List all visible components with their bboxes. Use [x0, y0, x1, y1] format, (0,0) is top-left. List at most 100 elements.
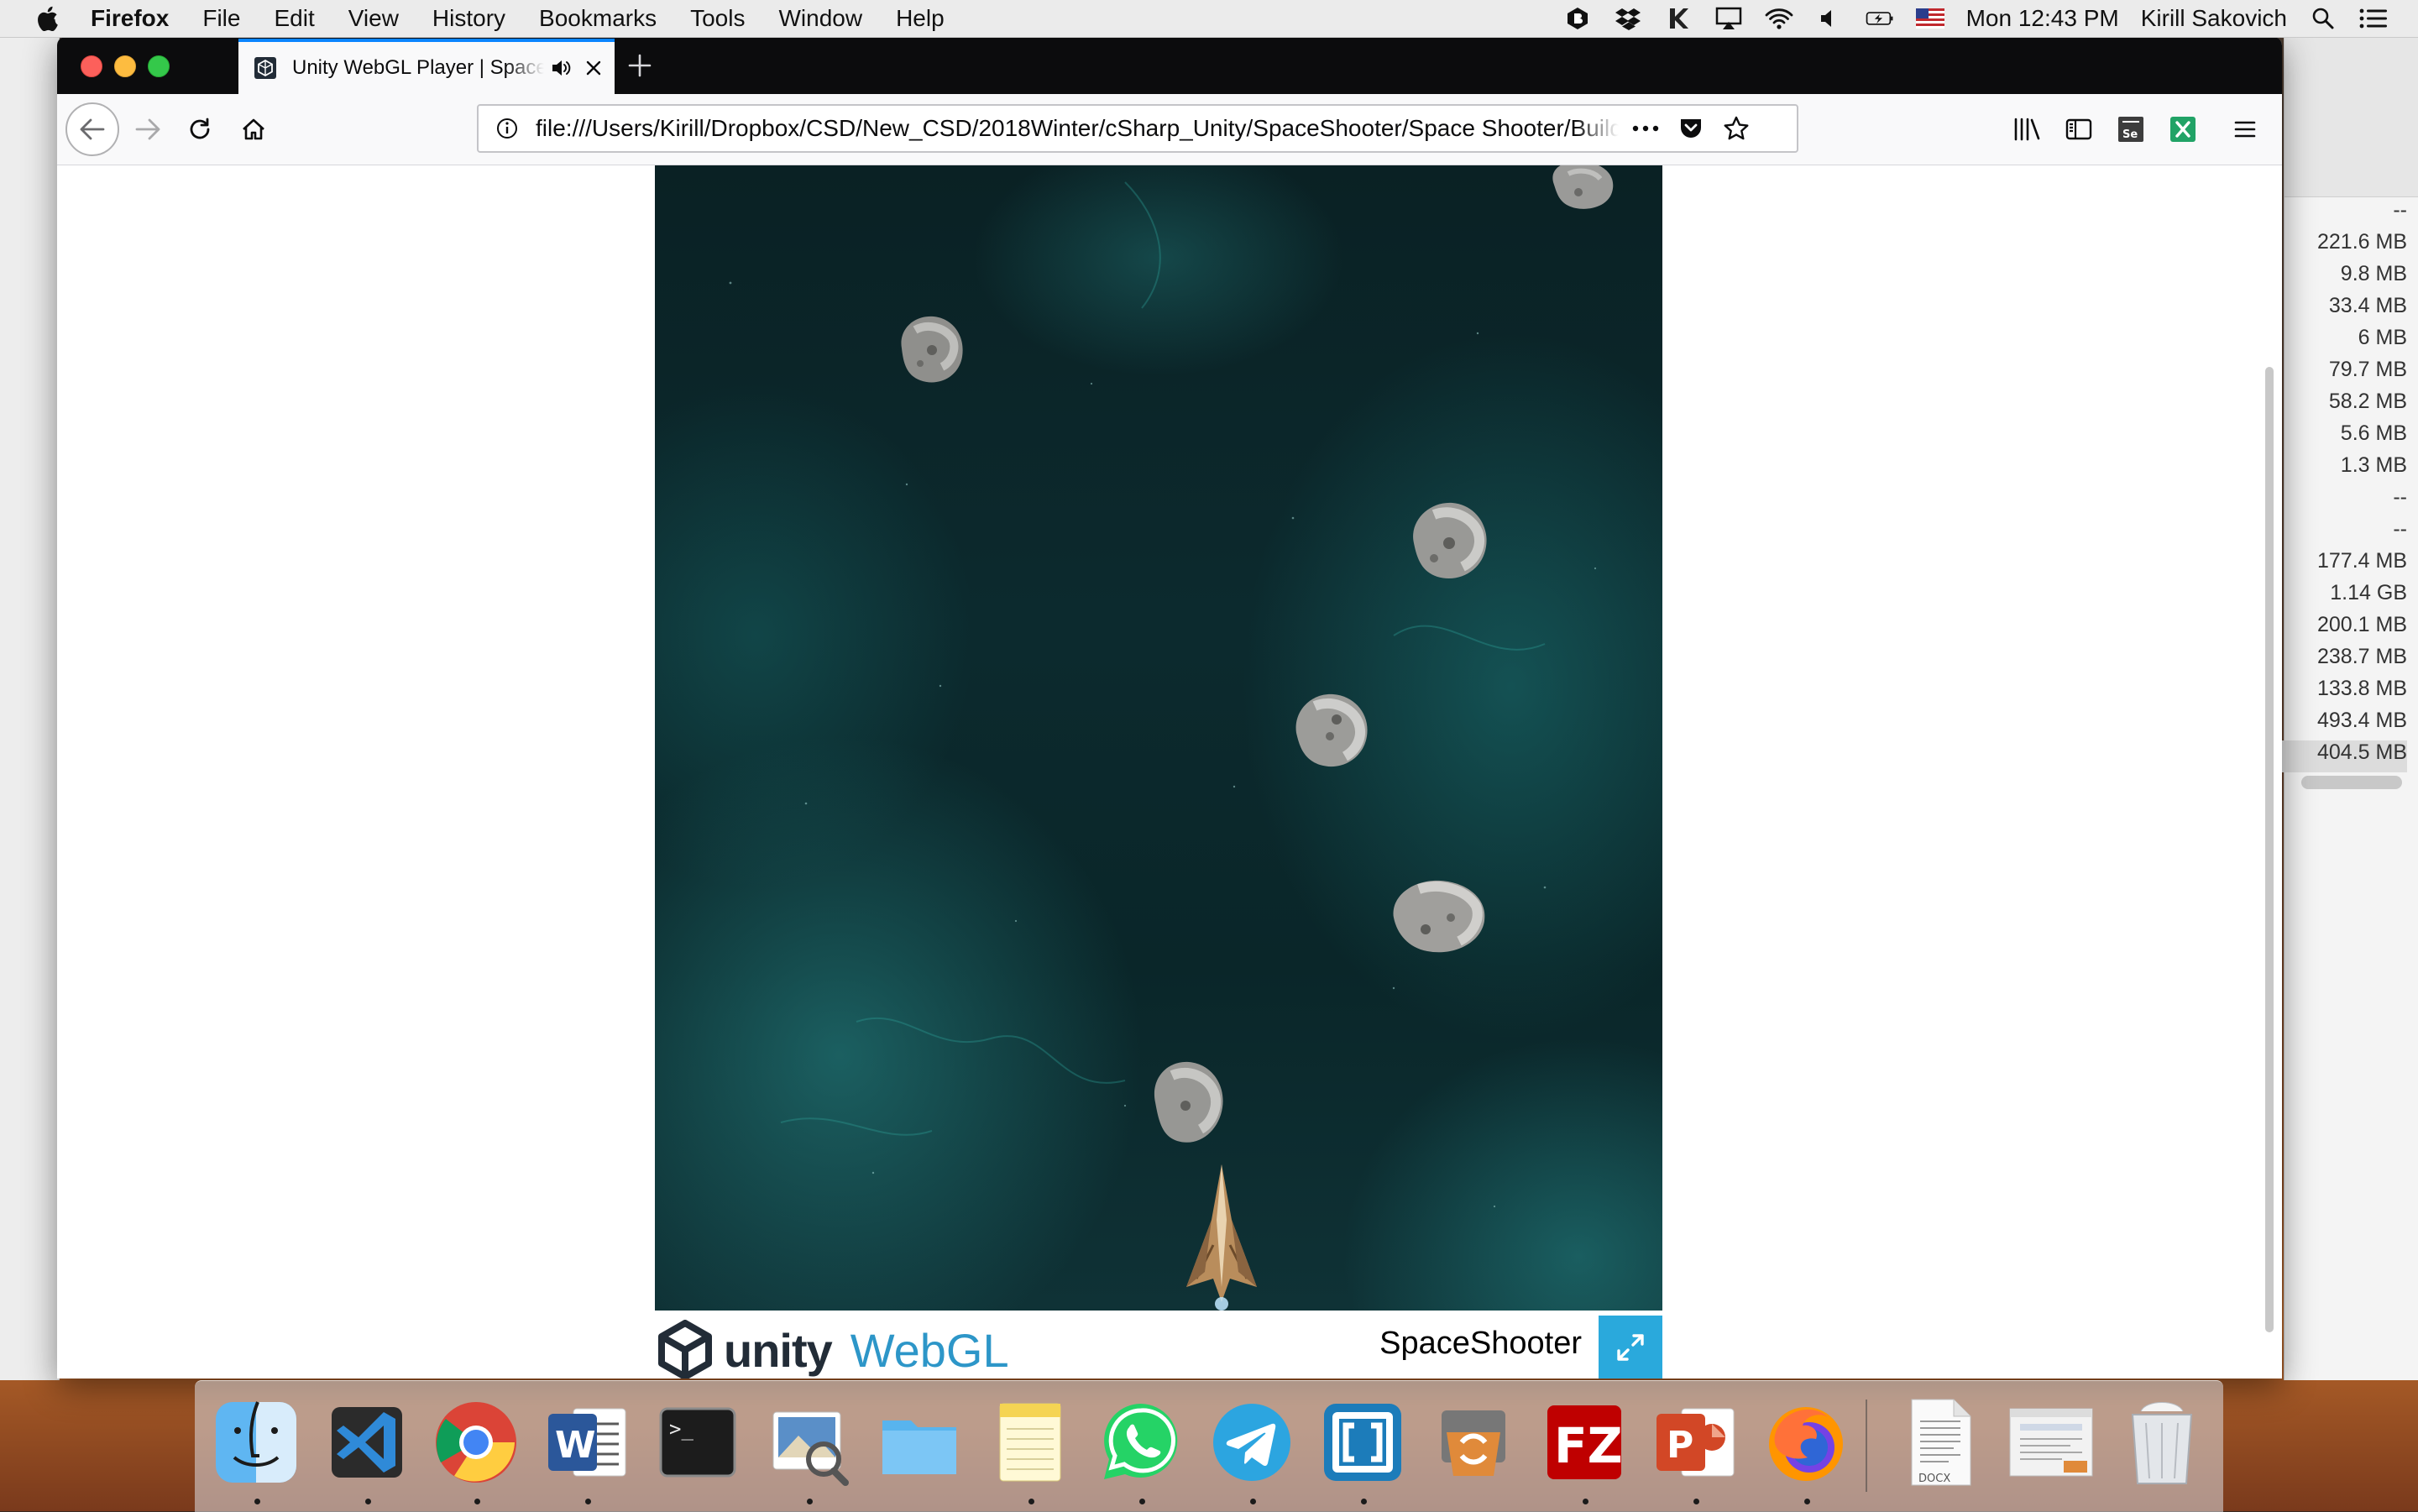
game-title: SpaceShooter	[1379, 1326, 1582, 1361]
svg-text:W: W	[555, 1424, 596, 1467]
menu-bookmarks[interactable]: Bookmarks	[539, 5, 657, 32]
preview-icon[interactable]	[762, 1396, 855, 1488]
svg-text:Se: Se	[2122, 128, 2138, 141]
forward-button[interactable]	[126, 107, 170, 151]
spotlight-search-icon[interactable]	[2309, 6, 2337, 31]
reload-button[interactable]	[178, 107, 222, 151]
url-bar[interactable]: file:///Users/Kirill/Dropbox/CSD/New_CSD…	[477, 104, 1798, 153]
notes-icon[interactable]	[984, 1396, 1076, 1488]
folder-icon[interactable]	[873, 1396, 966, 1488]
svg-text:P: P	[1667, 1424, 1693, 1467]
unity-favicon-icon	[254, 56, 277, 80]
notification-center-icon[interactable]	[2359, 6, 2388, 31]
menu-user[interactable]: Kirill Sakovich	[2141, 5, 2287, 32]
xampp-icon[interactable]	[1427, 1396, 1520, 1488]
unity-webgl-logo: unity WebGL	[655, 1320, 1009, 1379]
menu-bar: Firefox File Edit View History Bookmarks…	[0, 0, 2418, 38]
firefox-window: Unity WebGL Player | SpaceShooter	[57, 37, 2282, 1379]
wifi-icon[interactable]	[1765, 6, 1793, 31]
airplay-icon[interactable]	[1714, 6, 1743, 31]
apple-icon[interactable]	[34, 5, 60, 32]
url-text[interactable]: file:///Users/Kirill/Dropbox/CSD/New_CSD…	[536, 115, 1619, 142]
asteroid	[1393, 880, 1485, 953]
game-canvas[interactable]	[655, 165, 1662, 1311]
page-scrollbar[interactable]	[2265, 367, 2274, 1332]
memory-value: --	[2393, 517, 2407, 541]
speaker-icon[interactable]	[549, 55, 574, 81]
menu-history[interactable]: History	[432, 5, 505, 32]
memory-value: 5.6 MB	[2340, 421, 2407, 445]
memory-value: 33.4 MB	[2328, 294, 2407, 317]
menu-clock[interactable]: Mon 12:43 PM	[1966, 5, 2119, 32]
tab-close-icon[interactable]	[581, 55, 606, 81]
excel-extension-icon[interactable]	[2161, 107, 2205, 151]
page-content: unity WebGL SpaceShooter	[57, 165, 2282, 1379]
memory-value: 1.14 GB	[2330, 581, 2407, 604]
home-button[interactable]	[232, 107, 275, 151]
telegram-icon[interactable]	[1206, 1396, 1298, 1488]
trash-icon[interactable]	[2116, 1396, 2208, 1488]
activity-monitor-toolbar	[2285, 37, 2418, 197]
memory-value: 404.5 MB	[2281, 740, 2407, 772]
svg-text:FZ: FZ	[1554, 1417, 1623, 1474]
firefox-icon[interactable]	[1760, 1396, 1852, 1488]
status-tray: Mon 12:43 PM Kirill Sakovich	[1563, 0, 2388, 37]
running-indicator	[1250, 1499, 1256, 1504]
hamburger-menu-icon[interactable]	[2223, 107, 2267, 151]
library-icon[interactable]	[2005, 107, 2049, 151]
screenshot-file-icon[interactable]	[2005, 1396, 2097, 1488]
asteroid	[901, 316, 963, 383]
running-indicator	[1139, 1499, 1145, 1504]
filezilla-icon[interactable]: FZ	[1538, 1396, 1630, 1488]
asteroid	[1295, 693, 1368, 767]
battery-icon[interactable]	[1866, 6, 1894, 31]
window-minimize-button[interactable]	[114, 55, 136, 77]
running-indicator	[585, 1499, 591, 1504]
selenium-extension-icon[interactable]: Se	[2109, 107, 2153, 151]
menu-edit[interactable]: Edit	[274, 5, 314, 32]
unity-logo-word: unity	[724, 1323, 833, 1377]
finder-icon[interactable]	[210, 1396, 302, 1488]
window-close-button[interactable]	[81, 55, 102, 77]
pocket-icon[interactable]	[1672, 110, 1709, 147]
dock-separator	[1866, 1400, 1867, 1492]
vscode-icon[interactable]	[321, 1396, 413, 1488]
asteroid	[1552, 165, 1614, 209]
fullscreen-icon	[1617, 1334, 1644, 1361]
svg-text:>_: >_	[669, 1417, 693, 1441]
fullscreen-button[interactable]	[1599, 1316, 1662, 1379]
menu-window[interactable]: Window	[778, 5, 862, 32]
menu-app-firefox[interactable]: Firefox	[91, 5, 169, 32]
page-actions-icon[interactable]	[1627, 110, 1664, 147]
terminal-icon[interactable]: >_	[652, 1396, 744, 1488]
sidebar-icon[interactable]	[2057, 107, 2101, 151]
brackets-icon[interactable]	[1316, 1396, 1409, 1488]
k-app-icon[interactable]	[1664, 6, 1693, 31]
powerpoint-icon[interactable]: P	[1649, 1396, 1741, 1488]
word-icon[interactable]: W	[541, 1396, 633, 1488]
menu-tools[interactable]: Tools	[690, 5, 745, 32]
unity-footer: unity WebGL SpaceShooter	[655, 1311, 1662, 1379]
memory-value: --	[2393, 485, 2407, 509]
menu-file[interactable]: File	[202, 5, 240, 32]
window-maximize-button[interactable]	[148, 55, 170, 77]
running-indicator	[807, 1499, 813, 1504]
us-flag-icon[interactable]	[1915, 6, 1944, 31]
whatsapp-icon[interactable]	[1095, 1396, 1187, 1488]
bitdefender-icon[interactable]	[1563, 6, 1592, 31]
unity-webgl-container: unity WebGL SpaceShooter	[655, 165, 1662, 1379]
volume-icon[interactable]	[1815, 6, 1844, 31]
chrome-icon[interactable]	[430, 1396, 522, 1488]
docx-file-icon[interactable]: DOCX	[1894, 1396, 1986, 1488]
horizontal-scrollbar[interactable]	[2301, 776, 2402, 789]
tab-unity-webgl-player[interactable]: Unity WebGL Player | SpaceShooter	[238, 39, 615, 94]
back-button[interactable]	[65, 102, 119, 156]
new-tab-button[interactable]	[621, 47, 658, 84]
memory-value: 238.7 MB	[2316, 645, 2407, 668]
menu-help[interactable]: Help	[896, 5, 945, 32]
site-info-icon[interactable]	[490, 112, 524, 145]
menu-view[interactable]: View	[348, 5, 399, 32]
dropbox-icon[interactable]	[1614, 6, 1642, 31]
memory-value: --	[2393, 198, 2407, 222]
bookmark-star-icon[interactable]	[1718, 110, 1755, 147]
